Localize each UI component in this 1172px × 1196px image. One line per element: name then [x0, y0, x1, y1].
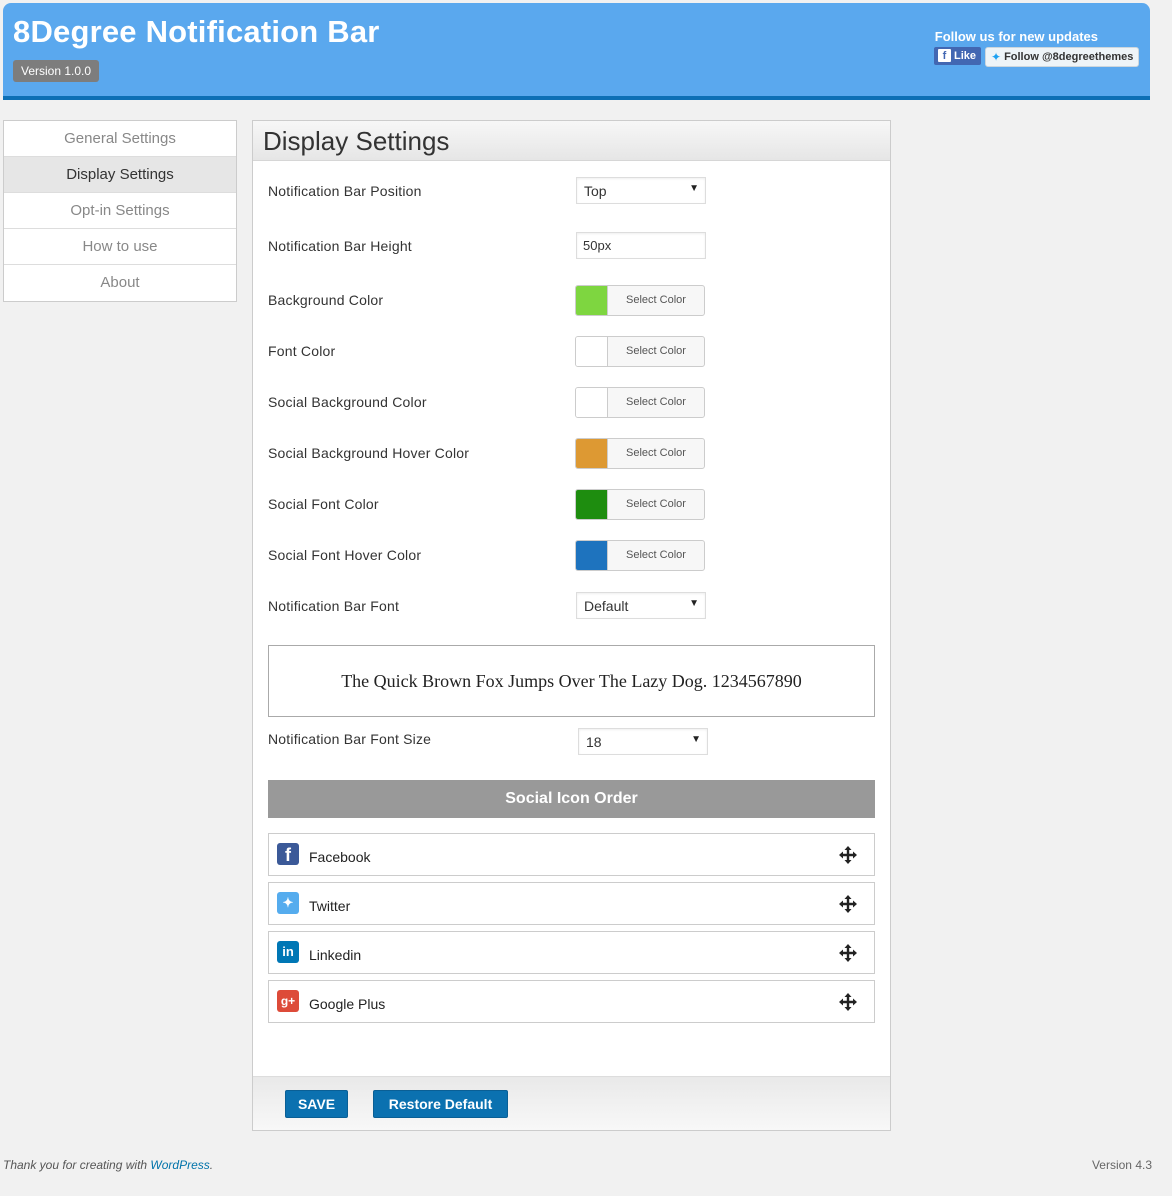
- social-item-name: Facebook: [309, 849, 371, 865]
- google-plus-icon: g+: [277, 990, 299, 1012]
- color-swatch: [576, 439, 608, 468]
- restore-default-button[interactable]: Restore Default: [373, 1090, 508, 1118]
- wordpress-version: Version 4.3: [1091, 1158, 1152, 1172]
- sidebar-item-how-to-use[interactable]: How to use: [4, 229, 236, 265]
- color-row: Social Font Hover Color Select Color: [268, 540, 878, 571]
- social-item-name: Linkedin: [309, 947, 362, 963]
- linkedin-icon: in: [277, 941, 299, 963]
- height-row: Notification Bar Height 50px: [268, 232, 878, 262]
- follow-text: Follow us for new updates: [934, 29, 1098, 44]
- version-badge: Version 1.0.0: [13, 60, 100, 82]
- color-row: Social Background Hover Color Select Col…: [268, 438, 878, 469]
- plugin-header: 8Degree Notification Bar Version 1.0.0 F…: [3, 3, 1150, 100]
- color-row: Social Background Color Select Color: [268, 387, 878, 418]
- color-swatch: [576, 337, 608, 366]
- dropdown-arrow-icon: ▼: [689, 183, 699, 194]
- color-label: Social Background Color: [268, 394, 427, 410]
- social-order-item-twitter[interactable]: ✦ Twitter: [268, 882, 875, 925]
- social-item-name: Twitter: [309, 898, 351, 914]
- twitter-follow-label: Follow @8degreethemes: [1004, 51, 1134, 63]
- sidebar-item-display-settings[interactable]: Display Settings: [4, 157, 236, 193]
- move-icon[interactable]: [838, 943, 858, 963]
- move-icon[interactable]: [838, 845, 858, 865]
- position-label: Notification Bar Position: [268, 183, 422, 199]
- facebook-like-label: Like: [954, 49, 977, 62]
- facebook-icon: f: [938, 49, 951, 62]
- color-swatch: [576, 388, 608, 417]
- social-font-hover-color-picker[interactable]: Select Color: [575, 540, 705, 571]
- social-icon-order-heading: Social Icon Order: [268, 780, 875, 818]
- twitter-bird-icon: ✦: [991, 50, 1002, 64]
- select-color-label: Select Color: [626, 294, 686, 306]
- select-color-label: Select Color: [626, 396, 686, 408]
- admin-footer-thanks: Thank you for creating with WordPress.: [3, 1158, 213, 1172]
- select-color-label: Select Color: [626, 498, 686, 510]
- display-settings-panel: Display Settings Notification Bar Positi…: [252, 120, 891, 1131]
- facebook-like-button[interactable]: f Like: [934, 47, 982, 65]
- font-color-picker[interactable]: Select Color: [575, 336, 705, 367]
- wordpress-link[interactable]: WordPress: [150, 1158, 209, 1172]
- social-background-hover-color-picker[interactable]: Select Color: [575, 438, 705, 469]
- panel-header: Display Settings: [253, 121, 890, 161]
- sidebar-item-general-settings[interactable]: General Settings: [4, 121, 236, 157]
- sidebar-item-about[interactable]: About: [4, 265, 236, 301]
- social-item-name: Google Plus: [309, 996, 386, 1012]
- twitter-follow-button[interactable]: ✦ Follow @8degreethemes: [985, 47, 1140, 67]
- color-swatch: [576, 541, 608, 570]
- footer-thanks-suffix: .: [209, 1158, 214, 1172]
- color-label: Background Color: [268, 292, 384, 308]
- color-label: Social Font Hover Color: [268, 547, 422, 563]
- social-order-item-google-plus[interactable]: g+ Google Plus: [268, 980, 875, 1023]
- move-icon[interactable]: [838, 992, 858, 1012]
- color-label: Social Font Color: [268, 496, 379, 512]
- page-title: Display Settings: [263, 126, 450, 156]
- color-row: Social Font Color Select Color: [268, 489, 878, 520]
- dropdown-arrow-icon: ▼: [689, 598, 699, 609]
- color-label: Social Background Hover Color: [268, 445, 470, 461]
- font-label: Notification Bar Font: [268, 598, 400, 614]
- position-select-value: Top: [584, 183, 607, 199]
- background-color-picker[interactable]: Select Color: [575, 285, 705, 316]
- font-preview: The Quick Brown Fox Jumps Over The Lazy …: [268, 645, 875, 717]
- plugin-title: 8Degree Notification Bar: [13, 14, 380, 49]
- color-row: Background Color Select Color: [268, 285, 878, 316]
- footer-thanks-prefix: Thank you for creating with: [3, 1158, 151, 1172]
- position-row: Notification Bar Position Top ▼: [268, 177, 878, 207]
- social-background-color-picker[interactable]: Select Color: [575, 387, 705, 418]
- move-icon[interactable]: [838, 894, 858, 914]
- sidebar-item-optin-settings[interactable]: Opt-in Settings: [4, 193, 236, 229]
- social-order-item-linkedin[interactable]: in Linkedin: [268, 931, 875, 974]
- dropdown-arrow-icon: ▼: [691, 734, 701, 745]
- font-select[interactable]: Default ▼: [576, 592, 706, 619]
- height-input[interactable]: 50px: [576, 232, 706, 259]
- font-size-select-value: 18: [586, 734, 602, 750]
- color-label: Font Color: [268, 343, 336, 359]
- social-font-color-picker[interactable]: Select Color: [575, 489, 705, 520]
- panel-footer: SAVE Restore Default: [253, 1076, 890, 1130]
- color-row: Font Color Select Color: [268, 336, 878, 367]
- color-swatch: [576, 286, 608, 315]
- font-size-label: Notification Bar Font Size: [268, 731, 432, 747]
- font-size-row: Notification Bar Font Size 18 ▼: [268, 728, 878, 758]
- color-swatch: [576, 490, 608, 519]
- font-select-value: Default: [584, 598, 629, 614]
- font-size-select[interactable]: 18 ▼: [578, 728, 708, 755]
- facebook-icon: f: [277, 843, 299, 865]
- height-label: Notification Bar Height: [268, 238, 412, 254]
- social-order-item-facebook[interactable]: f Facebook: [268, 833, 875, 876]
- font-row: Notification Bar Font Default ▼: [268, 592, 878, 622]
- position-select[interactable]: Top ▼: [576, 177, 706, 204]
- select-color-label: Select Color: [626, 345, 686, 357]
- select-color-label: Select Color: [626, 447, 686, 459]
- settings-sidebar: General Settings Display Settings Opt-in…: [3, 120, 237, 302]
- twitter-icon: ✦: [277, 892, 299, 914]
- save-button[interactable]: SAVE: [285, 1090, 348, 1118]
- select-color-label: Select Color: [626, 549, 686, 561]
